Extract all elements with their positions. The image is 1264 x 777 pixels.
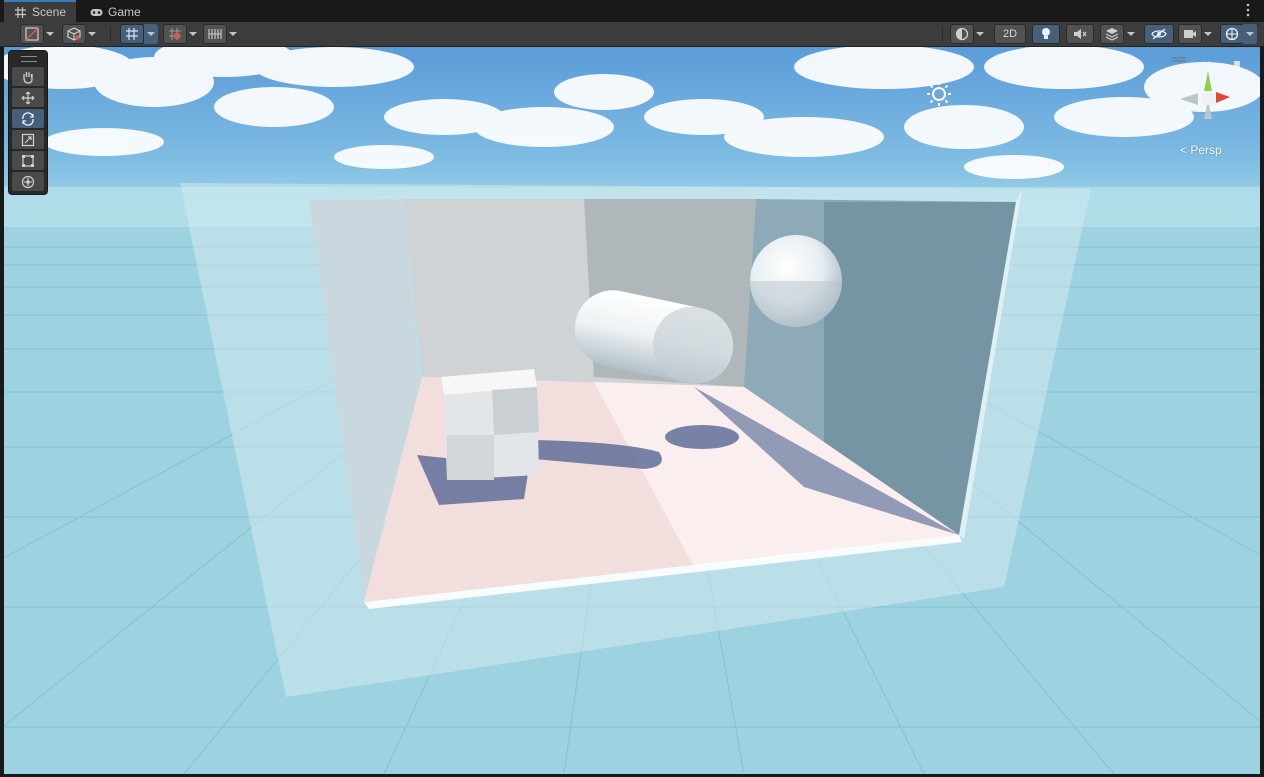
tab-label: Game bbox=[108, 5, 141, 19]
effects-layers-icon bbox=[1105, 28, 1119, 41]
toolbar-separator bbox=[942, 26, 943, 42]
incremental-snap-dropdown[interactable] bbox=[186, 24, 200, 44]
drag-handle-icon[interactable] bbox=[21, 56, 37, 62]
hand-tool[interactable] bbox=[12, 67, 44, 86]
grid-visibility-button[interactable] bbox=[203, 24, 227, 44]
gizmos-dropdown[interactable] bbox=[1243, 24, 1257, 44]
shading-mode-button[interactable] bbox=[950, 24, 974, 44]
scene-viewport[interactable]: y < Persp bbox=[4, 47, 1260, 774]
rotate-tool-icon bbox=[22, 111, 34, 126]
chevron-down-icon bbox=[46, 32, 54, 36]
camera-button[interactable] bbox=[1178, 24, 1202, 44]
grid-snap-dropdown[interactable] bbox=[144, 24, 158, 44]
gizmo-y-label: y bbox=[1204, 59, 1209, 70]
axis-arrows bbox=[1180, 71, 1230, 119]
tab-bar: Scene Game bbox=[0, 0, 1264, 23]
tab-scene[interactable]: Scene bbox=[4, 0, 77, 22]
draw-mode-dropdown[interactable] bbox=[43, 24, 57, 44]
chevron-down-icon bbox=[1127, 32, 1135, 36]
move-tool-icon bbox=[21, 91, 35, 104]
transform-tool-icon bbox=[21, 175, 35, 188]
draw-mode-icon bbox=[25, 27, 39, 41]
grid-hash-icon bbox=[14, 6, 27, 18]
projection-label[interactable]: < Persp bbox=[1180, 143, 1222, 157]
grid-visibility-icon bbox=[208, 29, 222, 39]
gizmos-icon bbox=[1225, 27, 1239, 41]
lighting-toggle[interactable] bbox=[1032, 24, 1060, 44]
lighting-bulb-icon bbox=[1042, 28, 1050, 39]
chevron-down-icon bbox=[189, 32, 197, 36]
scale-tool-icon bbox=[21, 133, 35, 146]
more-options-icon[interactable] bbox=[1246, 3, 1256, 19]
camera-dropdown[interactable] bbox=[1201, 24, 1215, 44]
grid-snap-button[interactable] bbox=[120, 24, 144, 44]
chevron-down-icon bbox=[88, 32, 96, 36]
chevron-down-icon bbox=[229, 32, 237, 36]
transform-tool[interactable] bbox=[12, 172, 44, 191]
render-mode-dropdown[interactable] bbox=[85, 24, 99, 44]
rect-tool-icon bbox=[22, 154, 34, 167]
camera-icon bbox=[1184, 30, 1196, 38]
audio-toggle[interactable] bbox=[1066, 24, 1094, 44]
effects-dropdown[interactable] bbox=[1124, 24, 1138, 44]
gamepad-icon bbox=[90, 6, 103, 18]
render-mode-button[interactable] bbox=[62, 24, 86, 44]
chevron-down-icon bbox=[1204, 32, 1212, 36]
orientation-gizmo[interactable]: y bbox=[1170, 55, 1248, 155]
chevron-down-icon bbox=[976, 32, 984, 36]
gizmos-button[interactable] bbox=[1220, 24, 1244, 44]
chevron-down-icon bbox=[147, 32, 155, 36]
incremental-snap-button[interactable] bbox=[163, 24, 187, 44]
cube-object[interactable] bbox=[441, 369, 539, 480]
render-mode-cube-icon bbox=[67, 27, 81, 41]
projection-mode-text: Persp bbox=[1190, 143, 1222, 157]
scene-toolbar: 2D bbox=[0, 22, 1264, 47]
grid-visibility-dropdown[interactable] bbox=[226, 24, 240, 44]
mode-2d-toggle[interactable]: 2D bbox=[994, 24, 1026, 44]
tab-label: Scene bbox=[32, 5, 67, 19]
toolbar-separator bbox=[110, 26, 111, 42]
chevron-down-icon bbox=[1246, 32, 1254, 36]
draw-mode-button[interactable] bbox=[20, 24, 44, 44]
shading-mode-icon bbox=[955, 27, 969, 41]
scene-render bbox=[4, 47, 1260, 774]
move-tool[interactable] bbox=[12, 88, 44, 107]
scene-visibility-toggle[interactable] bbox=[1144, 24, 1174, 44]
rotate-tool[interactable] bbox=[12, 109, 44, 128]
hand-tool-icon bbox=[23, 71, 33, 84]
sphere-shadow bbox=[665, 425, 739, 449]
scene-visibility-icon bbox=[1151, 28, 1167, 40]
audio-mute-icon bbox=[1074, 29, 1087, 39]
directional-light-icon[interactable] bbox=[926, 81, 952, 107]
shading-mode-dropdown[interactable] bbox=[973, 24, 987, 44]
grid-snap-icon bbox=[126, 28, 138, 40]
tab-game[interactable]: Game bbox=[80, 2, 151, 22]
incremental-snap-icon bbox=[169, 28, 181, 40]
rect-tool[interactable] bbox=[12, 151, 44, 170]
scale-tool[interactable] bbox=[12, 130, 44, 149]
effects-button[interactable] bbox=[1100, 24, 1124, 44]
tools-overlay bbox=[8, 50, 48, 195]
